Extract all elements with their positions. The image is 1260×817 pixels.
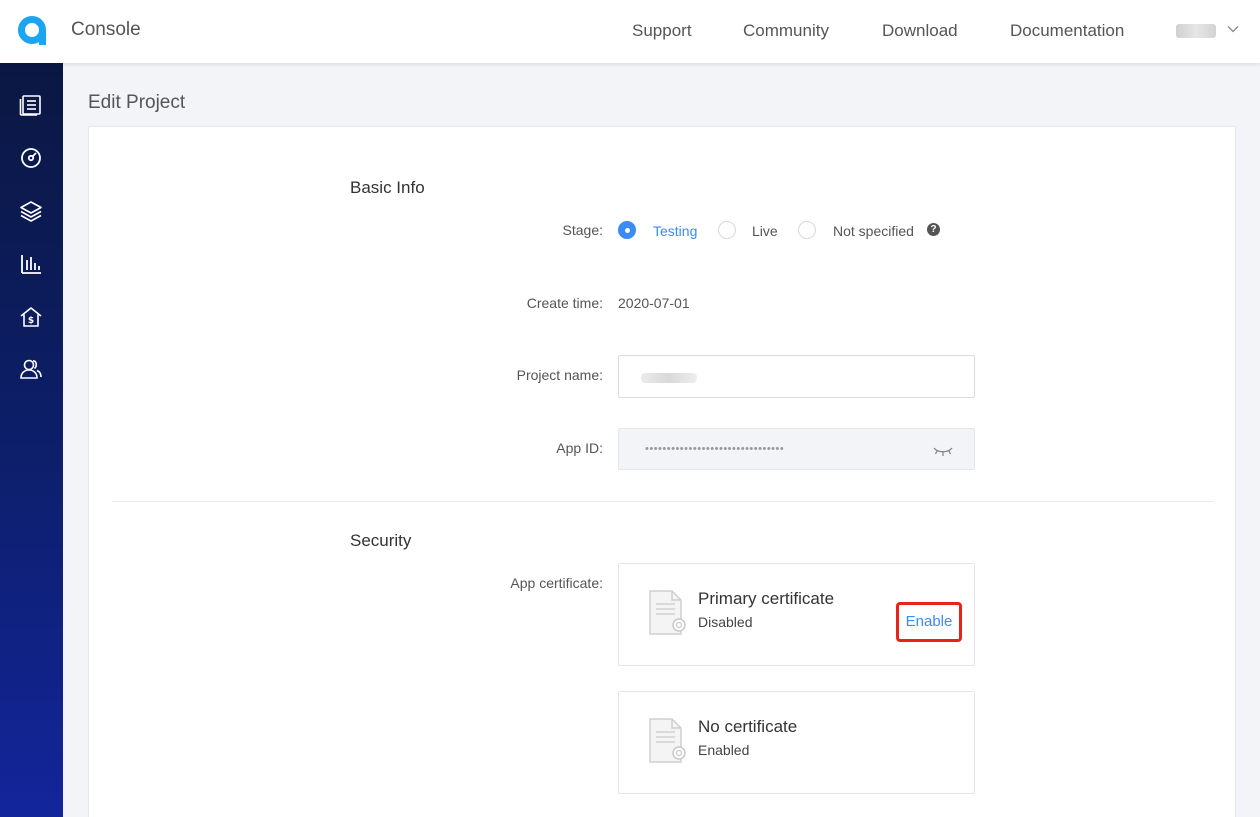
project-name-value <box>641 373 697 383</box>
project-name-input[interactable] <box>618 355 975 398</box>
stage-option-testing[interactable]: Testing <box>653 223 697 239</box>
page-title: Edit Project <box>88 92 186 113</box>
dashboard-gauge-icon[interactable] <box>19 146 43 170</box>
app-id-field: •••••••••••••••••••••••••••••••• <box>618 428 975 470</box>
nav-support[interactable]: Support <box>632 21 692 41</box>
stage-option-live[interactable]: Live <box>752 223 778 239</box>
stage-label: Stage: <box>562 222 603 238</box>
security-title: Security <box>350 531 412 550</box>
section-divider <box>112 501 1213 502</box>
stage-radio-live[interactable] <box>718 221 736 239</box>
app-id-masked-value: •••••••••••••••••••••••••••••••• <box>645 443 785 455</box>
sidebar: $ <box>0 63 63 817</box>
user-menu[interactable] <box>1176 22 1240 40</box>
create-time-value: 2020-07-01 <box>618 295 690 311</box>
logo-icon[interactable] <box>17 15 47 45</box>
primary-certificate-status: Disabled <box>698 614 753 630</box>
stage-radio-not-specified[interactable] <box>798 221 816 239</box>
eye-closed-icon[interactable] <box>932 441 954 459</box>
primary-certificate-card: Primary certificate Disabled Enable <box>618 563 975 666</box>
members-icon[interactable] <box>19 357 43 381</box>
billing-house-icon[interactable]: $ <box>19 305 43 329</box>
app-title: Console <box>71 19 141 40</box>
nav-documentation[interactable]: Documentation <box>1010 21 1124 41</box>
no-certificate-title: No certificate <box>698 717 798 736</box>
stage-option-not-specified[interactable]: Not specified <box>833 223 914 239</box>
no-certificate-card: No certificate Enabled <box>618 691 975 794</box>
app-id-label: App ID: <box>556 440 603 456</box>
enable-button[interactable]: Enable <box>896 602 962 642</box>
help-icon[interactable]: ? <box>927 223 940 236</box>
projects-icon[interactable] <box>19 93 43 117</box>
nav-download[interactable]: Download <box>882 21 958 41</box>
edit-project-card: Basic Info Stage: Testing Live Not speci… <box>88 126 1236 817</box>
chevron-down-icon <box>1227 26 1239 33</box>
create-time-label: Create time: <box>526 295 603 311</box>
analytics-bar-icon[interactable] <box>19 252 43 276</box>
basic-info-title: Basic Info <box>350 178 425 197</box>
layers-icon[interactable] <box>19 199 43 223</box>
nav-community[interactable]: Community <box>743 21 829 41</box>
primary-certificate-title: Primary certificate <box>698 589 835 608</box>
app-certificate-label: App certificate: <box>510 575 603 591</box>
certificate-icon <box>649 718 686 763</box>
svg-text:$: $ <box>28 316 34 326</box>
no-certificate-status: Enabled <box>698 742 750 758</box>
stage-radio-testing[interactable] <box>618 221 636 239</box>
certificate-icon <box>649 590 686 635</box>
project-name-label: Project name: <box>516 367 603 383</box>
user-avatar <box>1176 24 1216 38</box>
top-header: Console Support Community Download Docum… <box>0 0 1260 63</box>
